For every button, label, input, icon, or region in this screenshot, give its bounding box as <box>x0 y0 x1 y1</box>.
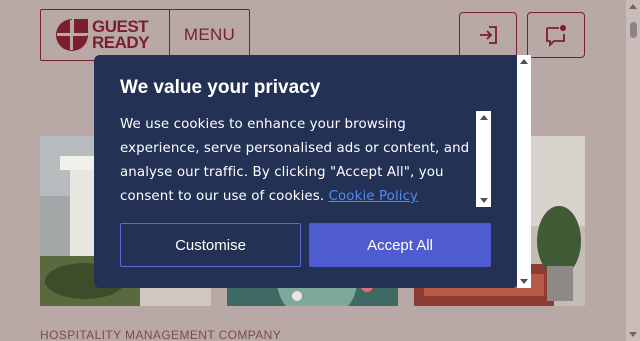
logo-link[interactable]: GUEST READY <box>40 9 170 61</box>
login-icon <box>480 26 497 44</box>
chat-button[interactable] <box>527 12 585 58</box>
page-scrollbar[interactable] <box>626 0 640 341</box>
customise-button[interactable]: Customise <box>120 223 301 267</box>
hero-caption: HOSPITALITY MANAGEMENT COMPANY <box>40 328 282 341</box>
cookie-consent-dialog: We value your privacy We use cookies to … <box>94 55 518 288</box>
chat-notification-icon <box>546 25 566 47</box>
scroll-up-icon[interactable] <box>629 4 637 9</box>
scroll-down-icon[interactable] <box>480 198 488 203</box>
cookie-dialog-title: We value your privacy <box>120 77 321 98</box>
scroll-up-icon[interactable] <box>480 115 488 120</box>
cookie-dialog-text: We use cookies to enhance your browsing … <box>120 113 475 209</box>
cookie-policy-link[interactable]: Cookie Policy <box>329 189 419 204</box>
menu-button[interactable]: MENU <box>169 9 250 61</box>
dialog-text-scrollbar[interactable] <box>476 111 491 207</box>
scroll-down-icon[interactable] <box>520 279 528 284</box>
scroll-down-icon[interactable] <box>629 332 637 337</box>
logo-wordmark: GUEST READY <box>92 18 150 52</box>
accept-all-button[interactable]: Accept All <box>309 223 491 267</box>
logo-line-2: READY <box>92 33 150 52</box>
dialog-scrollbar[interactable] <box>517 55 531 288</box>
scrollbar-thumb[interactable] <box>630 22 637 38</box>
login-button[interactable] <box>459 12 517 58</box>
scroll-up-icon[interactable] <box>520 59 528 64</box>
guestready-logo-icon <box>55 18 89 52</box>
